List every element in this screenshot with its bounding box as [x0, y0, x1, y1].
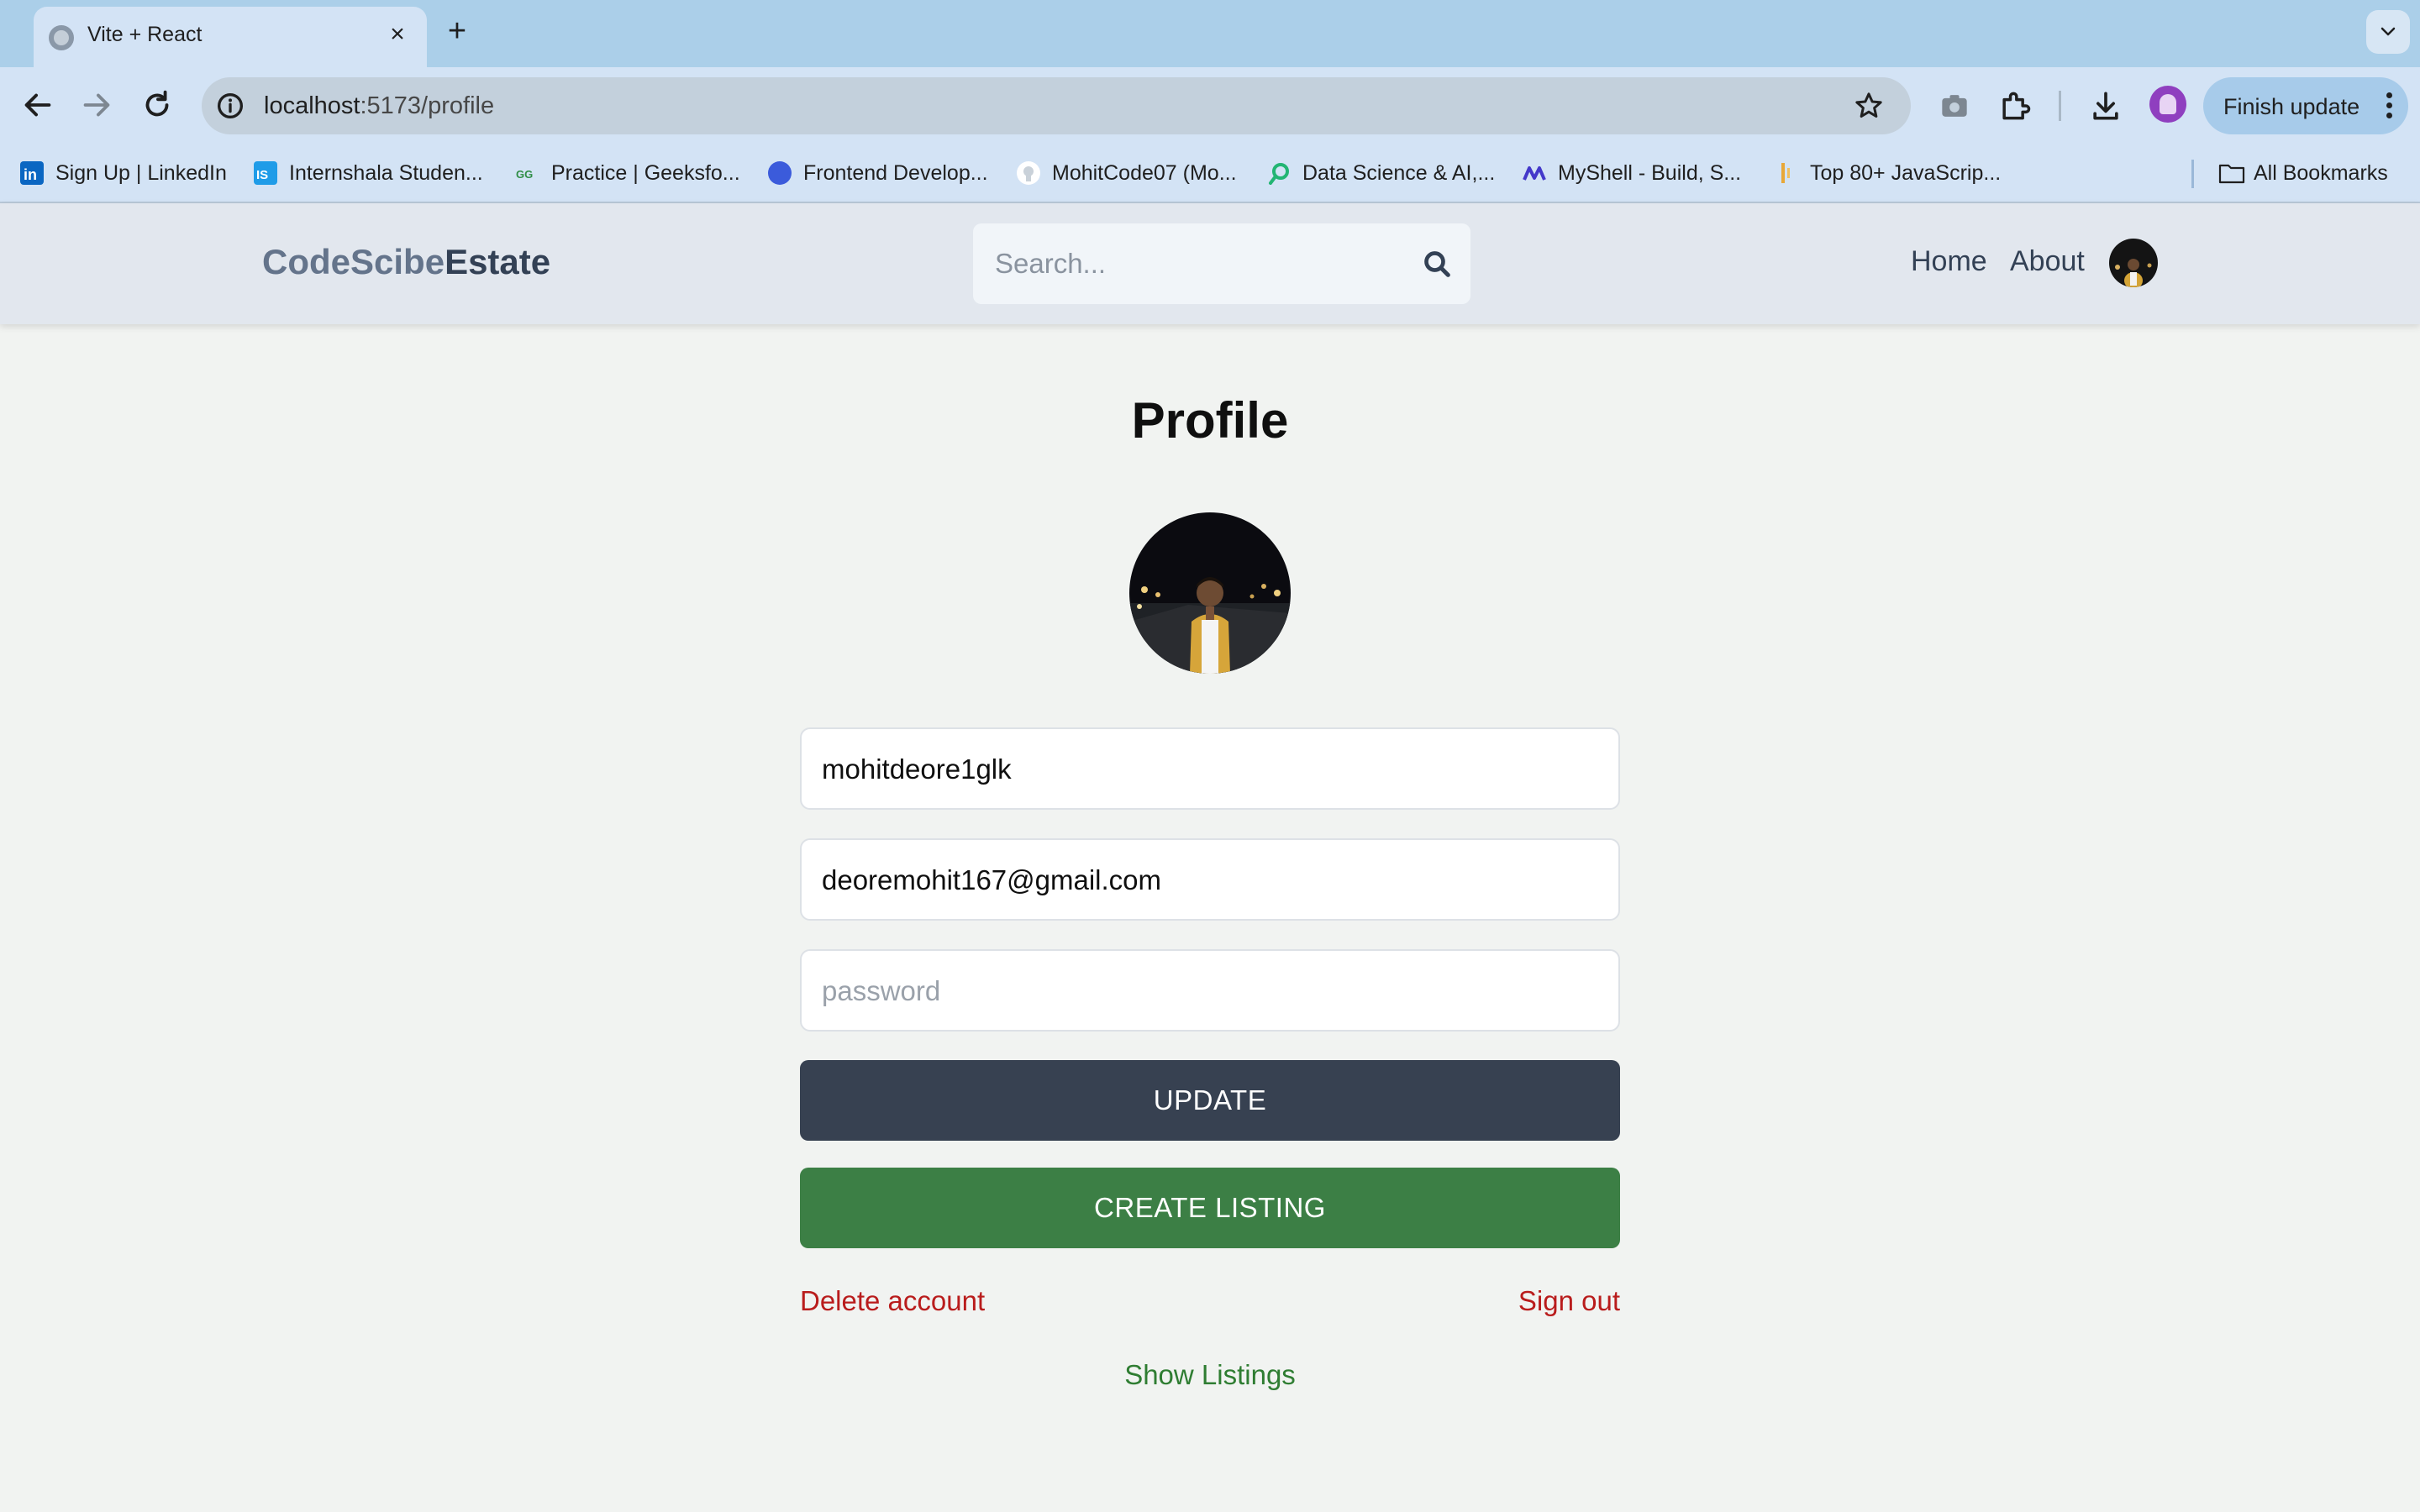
bookmark-label: MyShell - Build, S... — [1558, 161, 1742, 185]
menu-kebab-icon — [2386, 92, 2393, 119]
close-tab-icon[interactable]: × — [383, 20, 412, 49]
reload-icon — [145, 90, 169, 117]
search-icon[interactable] — [1420, 247, 1454, 281]
url-path: :5173/profile — [360, 92, 495, 119]
update-button[interactable]: UPDATE — [800, 1060, 1620, 1141]
arrow-left-icon — [24, 93, 51, 117]
github-icon — [1017, 161, 1040, 185]
site-info-icon[interactable] — [213, 89, 247, 123]
browser-profile-icon[interactable] — [2149, 86, 2186, 123]
internshala-icon: IS — [254, 161, 277, 185]
password-field — [800, 949, 1620, 1032]
nav-home-link[interactable]: Home — [1911, 245, 1987, 278]
address-bar[interactable]: localhost:5173/profile — [202, 77, 1911, 134]
search-input[interactable] — [995, 242, 1398, 286]
profile-avatar[interactable] — [1129, 512, 1291, 674]
folder-icon — [2218, 161, 2245, 185]
arrow-right-icon — [83, 93, 110, 117]
svg-text:in: in — [24, 166, 37, 183]
site-logo[interactable]: CodeScibeEstate — [262, 242, 550, 282]
browser-tab-strip: Vite + React × + — [0, 0, 2420, 67]
new-tab-button[interactable]: + — [440, 15, 474, 49]
toolbar-divider — [2059, 91, 2061, 121]
search-box — [973, 223, 1470, 304]
download-icon[interactable] — [2087, 87, 2124, 124]
bookmark-label: Sign Up | LinkedIn — [55, 161, 227, 185]
nav-about-link[interactable]: About — [2010, 245, 2085, 278]
logo-part-1: CodeScibe — [262, 242, 445, 281]
bookmark-label: Internshala Studen... — [289, 161, 483, 185]
show-listings-label[interactable]: Show Listings — [1124, 1359, 1296, 1390]
username-field — [800, 727, 1620, 810]
sign-out-link[interactable]: Sign out — [1518, 1285, 1620, 1317]
browser-toolbar: localhost:5173/profile Finish update — [0, 67, 2420, 143]
site-header: CodeScibeEstate Home About — [0, 203, 2420, 324]
tab-title: Vite + React — [87, 23, 203, 46]
forward-button[interactable] — [77, 86, 116, 124]
svg-text:GG: GG — [516, 168, 533, 181]
bookmark-label: MohitCode07 (Mo... — [1052, 161, 1237, 185]
avatar[interactable] — [2109, 239, 2158, 287]
datascience-icon — [1267, 161, 1291, 185]
bookmark-star-icon[interactable] — [1852, 89, 1886, 123]
myshell-icon — [1523, 161, 1546, 185]
url-host: localhost — [264, 92, 360, 119]
username-input[interactable] — [822, 748, 1595, 791]
create-listing-button[interactable]: CREATE LISTING — [800, 1168, 1620, 1248]
bookmark-label: Practice | Geeksfo... — [551, 161, 740, 185]
svg-text:IS: IS — [256, 168, 268, 182]
bookmark-label: Top 80+ JavaScrip... — [1810, 161, 2002, 185]
delete-account-link[interactable]: Delete account — [800, 1285, 985, 1317]
tab-search-button[interactable] — [2366, 10, 2410, 54]
bookmark-label: Frontend Develop... — [803, 161, 988, 185]
extensions-icon[interactable] — [1996, 87, 2033, 124]
globe-icon — [49, 25, 74, 50]
finish-update-label: Finish update — [2223, 94, 2360, 119]
camera-icon[interactable] — [1936, 87, 1973, 124]
all-bookmarks-label: All Bookmarks — [2254, 161, 2388, 185]
logo-part-2: Estate — [445, 242, 551, 281]
finish-update-button[interactable]: Finish update — [2203, 77, 2408, 134]
javascript-icon — [1775, 161, 1798, 185]
chevron-down-icon — [2381, 27, 2396, 36]
show-listings-link: Show Listings — [0, 1359, 2420, 1391]
email-input[interactable] — [822, 858, 1595, 902]
email-field — [800, 838, 1620, 921]
browser-tab[interactable]: Vite + React × — [34, 7, 427, 67]
bookmarks-divider — [2191, 160, 2194, 188]
geeksforgeeks-icon: GG — [516, 161, 539, 185]
bookmarks-bar: in Sign Up | LinkedIn IS Internshala Stu… — [0, 143, 2420, 203]
bookmark-label: Data Science & AI,... — [1302, 161, 1496, 185]
password-input[interactable] — [822, 969, 1595, 1013]
reload-button[interactable] — [138, 86, 176, 124]
linkedin-icon: in — [20, 161, 44, 185]
page-title: Profile — [1131, 392, 1289, 449]
frontend-icon — [768, 161, 792, 185]
url-text: localhost:5173/profile — [264, 92, 494, 120]
back-button[interactable] — [18, 86, 57, 124]
